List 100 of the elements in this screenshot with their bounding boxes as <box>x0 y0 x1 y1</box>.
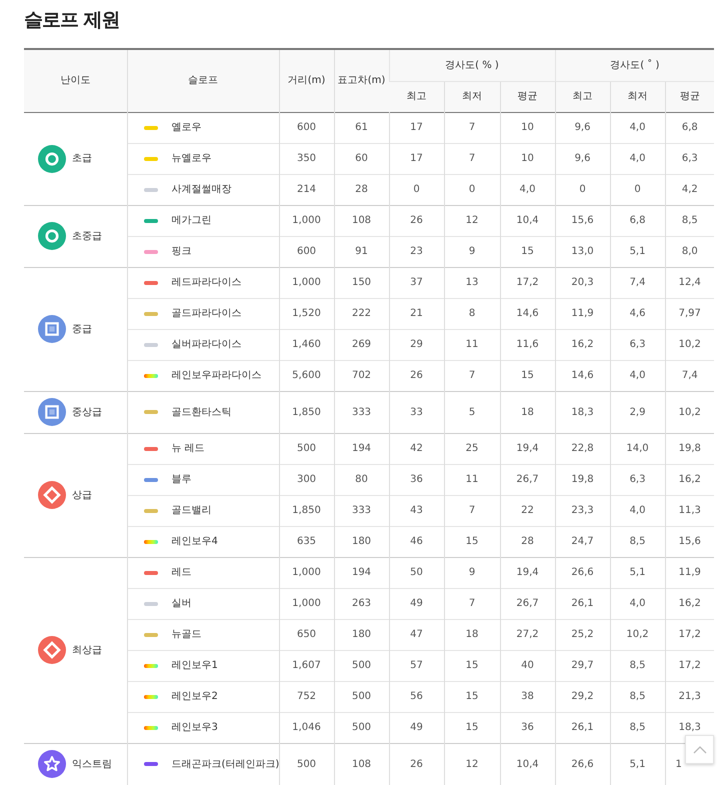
table-cell: 4,0 <box>630 505 646 516</box>
table-cell: 18 <box>466 629 478 640</box>
table-cell: 1 <box>676 758 682 770</box>
table-cell: 16,2 <box>678 474 701 485</box>
table-cell: 4,2 <box>682 184 698 195</box>
table-cell: 180 <box>352 536 372 547</box>
table-cell: 5,1 <box>630 758 646 770</box>
table-cell: 19,4 <box>516 567 539 578</box>
table-cell: 8 <box>468 308 476 319</box>
table-cell: 50 <box>410 567 423 578</box>
slope-name: 레인보우파라다이스 <box>172 369 262 383</box>
table-cell: 40 <box>521 660 534 671</box>
table-cell: 4,0 <box>630 122 646 133</box>
table-cell: 43 <box>410 505 423 516</box>
table-cell: 36 <box>521 722 534 733</box>
table-cell: 500 <box>296 758 316 770</box>
table-cell: 21,3 <box>678 691 701 702</box>
table-cell: 6,3 <box>630 339 646 350</box>
table-cell: 25 <box>466 443 478 454</box>
table-cell: 0 <box>579 184 586 195</box>
table-cell: 269 <box>352 339 372 350</box>
table-cell: 194 <box>352 567 372 578</box>
table-cell: 14,0 <box>626 443 649 454</box>
slope-name: 옐로우 <box>172 121 202 135</box>
column-header: 최저 <box>628 91 648 102</box>
table-cell: 19,4 <box>516 443 539 454</box>
slope-name: 골드파라다이스 <box>172 307 242 321</box>
table-cell: 26 <box>410 758 423 770</box>
table-cell: 15 <box>466 660 478 671</box>
table-cell: 60 <box>355 153 368 164</box>
table-cell: 11 <box>466 474 478 485</box>
table-cell: 37 <box>410 277 423 288</box>
table-cell: 6,3 <box>682 153 698 164</box>
slope-name: 핑크 <box>172 245 192 259</box>
chevron-up-icon <box>692 746 706 754</box>
table-cell: 0 <box>634 184 641 195</box>
column-header: 평균 <box>680 91 700 102</box>
table-cell: 600 <box>296 246 316 257</box>
table-cell: 333 <box>352 406 372 418</box>
column-header: 표고차(m) <box>338 75 386 86</box>
scroll-top-button[interactable] <box>685 735 714 764</box>
table-cell: 1,000 <box>292 567 321 578</box>
level-name: 중급 <box>72 322 92 336</box>
table-cell: 15 <box>521 246 534 257</box>
level-name: 상급 <box>72 488 92 502</box>
table-cell: 15 <box>521 370 534 381</box>
slope-name: 블루 <box>172 473 192 487</box>
table-cell: 49 <box>410 598 423 609</box>
table-cell: 26,6 <box>571 567 594 578</box>
table-cell: 5 <box>468 406 476 418</box>
table-cell: 7 <box>468 370 476 381</box>
table-cell: 17,2 <box>516 277 539 288</box>
table-cell: 29,2 <box>571 691 594 702</box>
table-cell: 635 <box>296 536 316 547</box>
slope-name: 드래곤파크(터레인파크) <box>172 758 280 772</box>
table-cell: 1,046 <box>292 722 321 733</box>
table-cell: 12,4 <box>678 277 701 288</box>
table-cell: 18 <box>521 406 534 418</box>
table-cell: 56 <box>410 691 423 702</box>
table-cell: 26 <box>410 215 423 226</box>
column-header: 최고 <box>572 91 593 102</box>
table-cell: 17,2 <box>678 660 701 671</box>
slope-name: 골드밸리 <box>172 504 212 518</box>
table-cell: 702 <box>352 370 372 381</box>
table-cell: 650 <box>296 629 316 640</box>
table-cell: 10 <box>521 122 534 133</box>
table-cell: 1,000 <box>292 215 321 226</box>
table-cell: 11,6 <box>516 339 539 350</box>
table-cell: 4,0 <box>630 370 646 381</box>
table-cell: 8,5 <box>630 691 646 702</box>
table-cell: 26,7 <box>516 598 539 609</box>
table-cell: 27,2 <box>516 629 539 640</box>
table-cell: 11,3 <box>678 505 701 516</box>
table-cell: 300 <box>296 474 316 485</box>
table-cell: 11,9 <box>678 567 701 578</box>
table-cell: 18,3 <box>678 722 701 733</box>
table-cell: 9 <box>468 246 476 257</box>
slope-name: 사계절썰매장 <box>172 183 232 197</box>
table-cell: 108 <box>352 215 372 226</box>
table-cell: 15 <box>466 536 478 547</box>
table-cell: 10,2 <box>626 629 649 640</box>
table-cell: 350 <box>296 153 316 164</box>
table-cell: 57 <box>410 660 423 671</box>
table-cell: 0 <box>468 184 476 195</box>
table-cell: 8,0 <box>682 246 698 257</box>
table-cell: 263 <box>352 598 372 609</box>
table-cell: 1,000 <box>292 277 321 288</box>
column-header: 난이도 <box>60 75 90 86</box>
column-header: 최저 <box>462 91 482 102</box>
table-cell: 21 <box>410 308 423 319</box>
level-name: 초급 <box>72 152 92 166</box>
table-cell: 11,9 <box>571 308 594 319</box>
table-cell: 500 <box>296 443 316 454</box>
table-cell: 7 <box>468 505 476 516</box>
table-cell: 36 <box>410 474 423 485</box>
table-cell: 28 <box>355 184 368 195</box>
table-cell: 13,0 <box>571 246 594 257</box>
table-cell: 1,607 <box>292 660 321 671</box>
slope-name: 실버파라다이스 <box>172 338 242 352</box>
table-cell: 180 <box>352 629 372 640</box>
